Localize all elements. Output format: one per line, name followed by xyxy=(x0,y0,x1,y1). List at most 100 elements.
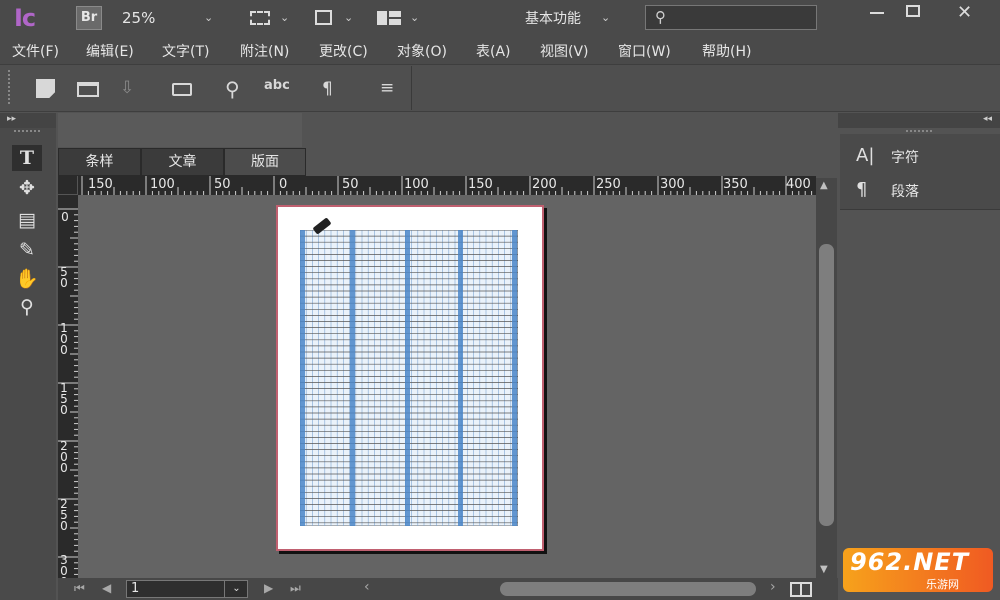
tab-story[interactable]: 文章 xyxy=(141,148,224,176)
view-options-icon[interactable] xyxy=(250,11,270,25)
hand-tool-icon[interactable]: ✋ xyxy=(12,266,42,292)
horizontal-scroll-thumb[interactable] xyxy=(500,582,756,596)
split-window-icon[interactable] xyxy=(790,582,812,597)
ruler-label: 200 xyxy=(60,439,68,475)
menu-window[interactable]: 窗口(W) xyxy=(618,41,671,61)
ruler-ticks xyxy=(81,176,813,195)
ruler-label: 300 xyxy=(660,177,685,192)
ruler-origin[interactable] xyxy=(58,176,78,195)
panel-grip[interactable] xyxy=(14,130,40,133)
ruler-label: 50 xyxy=(342,177,359,192)
hand-note-tool-icon[interactable]: ✥ xyxy=(12,175,42,201)
workspace-switcher[interactable]: 基本功能 xyxy=(525,8,581,28)
note-tool-icon[interactable]: ▤ xyxy=(12,207,42,233)
ruler-label: 300 xyxy=(60,553,68,578)
panel-grip[interactable] xyxy=(8,70,11,104)
chevron-down-icon[interactable]: ⌄ xyxy=(601,11,610,24)
control-bar xyxy=(0,64,1000,112)
chevron-down-icon[interactable]: ⌄ xyxy=(204,11,213,24)
menu-table[interactable]: 表(A) xyxy=(476,41,511,61)
chevron-down-icon[interactable]: ⌄ xyxy=(224,580,248,598)
incopy-logo: Ic xyxy=(14,4,36,32)
chevron-down-icon[interactable]: ⌄ xyxy=(410,11,419,24)
search-icon: ⚲ xyxy=(655,8,666,26)
scroll-thumb[interactable] xyxy=(819,244,834,526)
layout-grid-table[interactable] xyxy=(300,230,518,526)
zoom-tool-icon[interactable]: ⚲ xyxy=(12,294,42,320)
ruler-label: 100 xyxy=(60,321,68,357)
menu-bar: 文件(F) 编辑(E) 文字(T) 附注(N) 更改(C) 对象(O) 表(A)… xyxy=(0,36,1000,64)
panel-character-label[interactable]: 字符 xyxy=(891,147,919,167)
horizontal-ruler[interactable]: 150 100 50 0 50 100 150 200 250 300 350 … xyxy=(78,176,816,195)
next-page-icon[interactable]: ▶ xyxy=(264,581,273,595)
grid-section-bar xyxy=(458,230,463,526)
ruler-label: 150 xyxy=(88,177,113,192)
scroll-down-icon[interactable]: ▼ xyxy=(820,564,828,575)
paragraph-icon[interactable]: ¶ xyxy=(856,179,867,200)
open-folder-icon[interactable] xyxy=(77,82,99,97)
scroll-right-icon[interactable]: › xyxy=(770,579,776,595)
divider xyxy=(411,66,412,110)
tab-layout[interactable]: 版面 xyxy=(224,148,306,176)
previous-page-icon[interactable]: ◀ xyxy=(102,581,111,595)
ruler-label: 350 xyxy=(723,177,748,192)
paragraph-mark-icon[interactable]: ¶ xyxy=(322,79,333,99)
last-page-icon[interactable]: ⏭ xyxy=(290,581,301,596)
menu-type[interactable]: 文字(T) xyxy=(162,41,209,61)
chevron-down-icon[interactable]: ⌄ xyxy=(344,11,353,24)
ruler-label: 200 xyxy=(532,177,557,192)
chevron-down-icon[interactable]: ⌄ xyxy=(280,11,289,24)
ruler-label: 0 xyxy=(279,177,288,192)
bridge-button[interactable]: Br xyxy=(76,6,102,30)
ruler-label: 100 xyxy=(150,177,175,192)
ruler-label: 250 xyxy=(596,177,621,192)
ruler-label: 150 xyxy=(60,381,68,417)
grid-section-bar xyxy=(512,230,517,526)
menu-notes[interactable]: 附注(N) xyxy=(240,41,289,61)
ruler-label: 50 xyxy=(214,177,231,192)
ruler-label: 0 xyxy=(61,210,69,224)
scroll-up-icon[interactable]: ▲ xyxy=(820,180,828,191)
type-tool-icon[interactable]: T xyxy=(12,145,42,171)
menu-edit[interactable]: 编辑(E) xyxy=(86,41,134,61)
ruler-label: 150 xyxy=(468,177,493,192)
menu-file[interactable]: 文件(F) xyxy=(12,41,59,61)
zoom-level[interactable]: 25% xyxy=(122,9,155,27)
spellcheck-icon[interactable]: abc xyxy=(264,78,290,93)
panel-grip[interactable] xyxy=(906,130,932,133)
character-icon[interactable]: A| xyxy=(856,145,874,166)
screen-mode-icon[interactable] xyxy=(315,10,332,25)
grid-section-bar xyxy=(405,230,410,526)
find-icon[interactable]: ⚲ xyxy=(225,77,240,101)
menu-help[interactable]: 帮助(H) xyxy=(702,41,751,61)
watermark-subtext: 乐游网 xyxy=(926,578,959,591)
arrange-documents-icon[interactable] xyxy=(377,11,401,25)
tab-galley[interactable]: 条样 xyxy=(58,148,141,176)
ruler-label: 400 xyxy=(786,177,811,192)
document-area-header-inner xyxy=(58,113,302,147)
menu-lines-icon[interactable]: ≡ xyxy=(380,78,394,98)
collapse-toolbar-button[interactable]: ▸▸ xyxy=(0,113,56,128)
maximize-icon[interactable] xyxy=(906,5,920,17)
search-input[interactable] xyxy=(645,5,817,30)
eyedropper-tool-icon[interactable]: ✎ xyxy=(12,237,42,263)
ruler-label: 250 xyxy=(60,497,68,533)
collapse-panel-button[interactable]: ◂◂ xyxy=(838,113,1000,128)
menu-changes[interactable]: 更改(C) xyxy=(319,41,368,61)
grid-section-bar xyxy=(300,230,305,526)
close-icon[interactable]: ✕ xyxy=(957,2,972,23)
print-icon[interactable] xyxy=(172,83,192,96)
ruler-label: 100 xyxy=(404,177,429,192)
menu-object[interactable]: 对象(O) xyxy=(397,41,447,61)
panel-paragraph-label[interactable]: 段落 xyxy=(891,181,919,201)
menu-view[interactable]: 视图(V) xyxy=(540,41,589,61)
save-download-icon[interactable]: ⇩ xyxy=(120,78,134,98)
grid-section-bar xyxy=(350,230,355,526)
vertical-ruler[interactable]: 0 50 100 150 200 250 300 xyxy=(58,195,78,578)
watermark-text: 962.NET xyxy=(850,548,970,576)
first-page-icon[interactable]: ⏮ xyxy=(74,581,85,596)
page-number-value[interactable]: 1 xyxy=(131,581,139,596)
ruler-label: 50 xyxy=(60,265,68,290)
scroll-left-icon[interactable]: ‹ xyxy=(364,579,370,595)
minimize-icon[interactable] xyxy=(870,12,884,14)
